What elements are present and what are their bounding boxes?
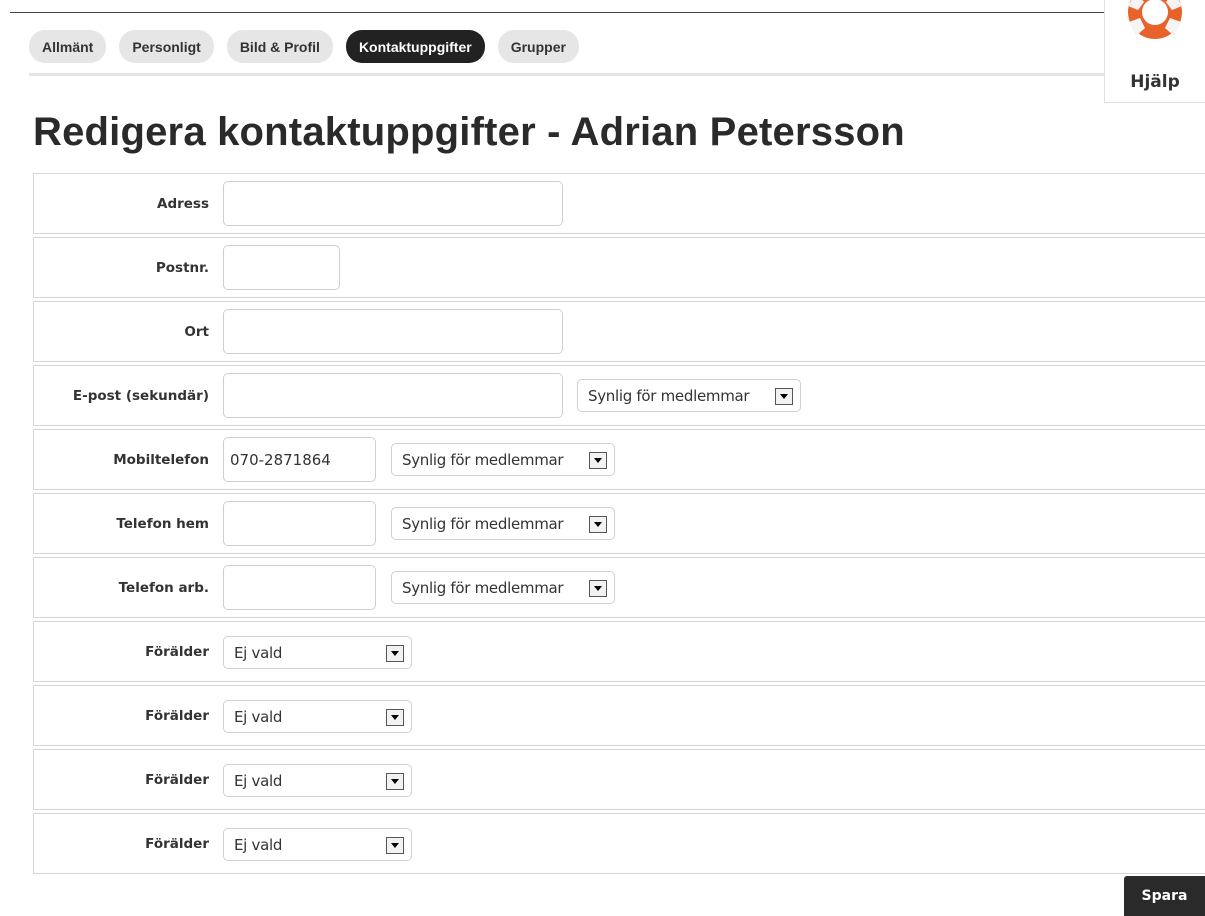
tab-allmant[interactable]: Allmänt (29, 30, 107, 63)
chevron-down-icon (386, 709, 404, 726)
parent-label: Förälder (145, 707, 209, 724)
contact-form: Adress Postnr. Ort E-post (sekundär) Syn… (33, 173, 1205, 877)
chevron-down-icon (589, 516, 607, 533)
top-divider (10, 12, 1105, 13)
parent-select-value: Ej vald (234, 643, 283, 662)
save-button[interactable]: Spara (1124, 876, 1205, 916)
form-row-parent: Förälder Ej vald (33, 813, 1205, 874)
parent-select[interactable]: Ej vald (223, 764, 412, 797)
page-title: Redigera kontaktuppgifter - Adrian Peter… (33, 110, 905, 154)
chevron-down-icon (775, 388, 793, 405)
parent-select[interactable]: Ej vald (223, 828, 412, 861)
city-label: Ort (184, 323, 209, 340)
email-secondary-label: E-post (sekundär) (72, 387, 209, 404)
postal-code-input[interactable] (223, 245, 340, 290)
email-secondary-input[interactable] (223, 373, 563, 418)
help-label: Hjälp (1130, 72, 1180, 92)
phone-home-visibility-select[interactable]: Synlig för medlemmar (391, 507, 615, 540)
mobile-visibility-select[interactable]: Synlig för medlemmar (391, 443, 615, 476)
address-label: Adress (157, 195, 209, 212)
phone-home-input[interactable] (223, 501, 376, 546)
form-row-parent: Förälder Ej vald (33, 685, 1205, 746)
phone-home-visibility-value: Synlig för medlemmar (402, 514, 564, 533)
parent-select[interactable]: Ej vald (223, 700, 412, 733)
mobile-input[interactable] (223, 437, 376, 482)
form-row-address: Adress (33, 173, 1205, 234)
chevron-down-icon (589, 580, 607, 597)
parent-select-value: Ej vald (234, 771, 283, 790)
city-input[interactable] (223, 309, 563, 354)
tab-grupper[interactable]: Grupper (497, 30, 579, 63)
form-row-phone-home: Telefon hem Synlig för medlemmar (33, 493, 1205, 554)
phone-work-input[interactable] (223, 565, 376, 610)
parent-label: Förälder (145, 835, 209, 852)
chevron-down-icon (386, 837, 404, 854)
tab-bar: Allmänt Personligt Bild & Profil Kontakt… (29, 30, 579, 63)
phone-work-label: Telefon arb. (118, 579, 209, 596)
form-row-phone-work: Telefon arb. Synlig för medlemmar (33, 557, 1205, 618)
email-visibility-value: Synlig för medlemmar (588, 386, 750, 405)
chevron-down-icon (589, 452, 607, 469)
parent-select-value: Ej vald (234, 835, 283, 854)
mobile-visibility-value: Synlig för medlemmar (402, 450, 564, 469)
chevron-down-icon (386, 773, 404, 790)
phone-work-visibility-value: Synlig för medlemmar (402, 578, 564, 597)
form-row-email-secondary: E-post (sekundär) Synlig för medlemmar (33, 365, 1205, 426)
phone-home-label: Telefon hem (116, 515, 209, 532)
parent-label: Förälder (145, 643, 209, 660)
address-input[interactable] (223, 181, 563, 226)
tab-kontaktuppgifter[interactable]: Kontaktuppgifter (345, 30, 485, 63)
chevron-down-icon (386, 645, 404, 662)
tab-bild-profil[interactable]: Bild & Profil (226, 30, 333, 63)
tab-underline (29, 73, 1104, 76)
parent-label: Förälder (145, 771, 209, 788)
form-row-city: Ort (33, 301, 1205, 362)
lifebuoy-icon (1128, 0, 1182, 39)
form-row-postal-code: Postnr. (33, 237, 1205, 298)
phone-work-visibility-select[interactable]: Synlig för medlemmar (391, 571, 615, 604)
email-visibility-select[interactable]: Synlig för medlemmar (577, 379, 801, 412)
form-row-parent: Förälder Ej vald (33, 621, 1205, 682)
parent-select-value: Ej vald (234, 707, 283, 726)
tab-personligt[interactable]: Personligt (119, 30, 214, 63)
form-row-parent: Förälder Ej vald (33, 749, 1205, 810)
parent-select[interactable]: Ej vald (223, 636, 412, 669)
form-row-mobile: Mobiltelefon Synlig för medlemmar (33, 429, 1205, 490)
help-button[interactable]: Hjälp (1104, 0, 1205, 103)
postal-code-label: Postnr. (155, 259, 209, 276)
mobile-label: Mobiltelefon (113, 451, 209, 468)
